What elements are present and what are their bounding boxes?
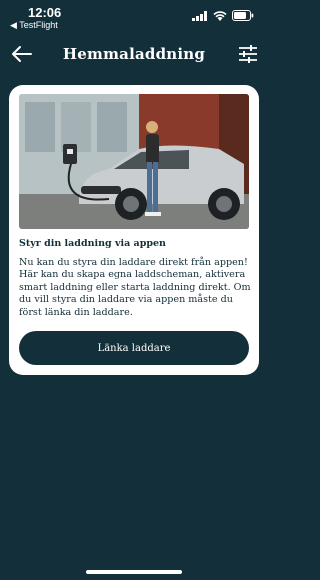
battery-icon — [232, 10, 254, 21]
signal-icon — [192, 10, 207, 21]
card-title: Styr din laddning via appen — [19, 238, 166, 249]
charging-info-card: Styr din laddning via appen Nu kan du st… — [9, 85, 259, 375]
status-bar: 12:06 ◀ TestFlight — [0, 0, 268, 34]
clock: 12:06 — [28, 5, 62, 20]
link-charger-button[interactable]: Länka laddare — [19, 331, 249, 365]
charging-car-photo — [19, 94, 249, 229]
home-indicator[interactable] — [86, 570, 182, 574]
wifi-icon — [213, 10, 227, 21]
settings-sliders-icon[interactable] — [238, 44, 258, 64]
status-icons — [192, 10, 254, 21]
back-to-testflight-link[interactable]: ◀ TestFlight — [10, 20, 58, 31]
page-title: Hemmaladdning — [62, 45, 206, 63]
card-description: Nu kan du styra din laddare direkt från … — [19, 257, 251, 318]
app-header: Hemmaladdning — [0, 40, 268, 68]
